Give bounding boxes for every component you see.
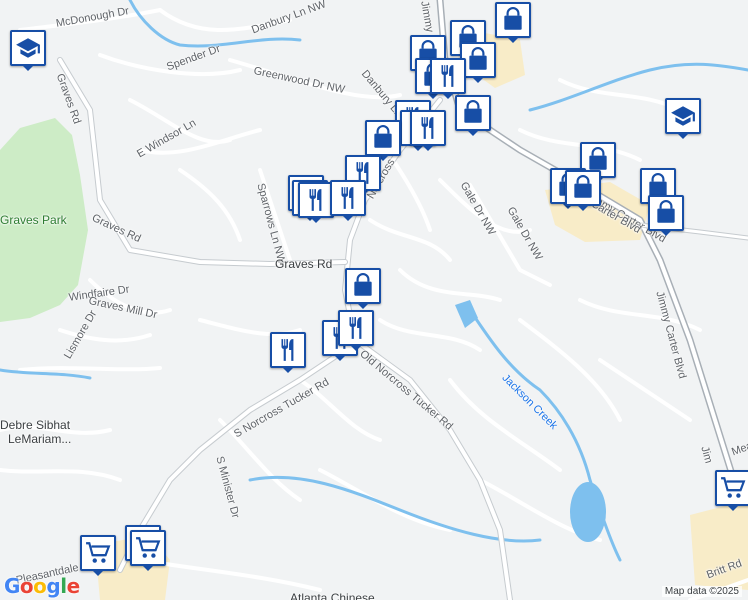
shopping-cart-icon bbox=[85, 540, 111, 566]
restaurant-icon bbox=[343, 315, 369, 341]
map-pin[interactable] bbox=[495, 2, 531, 43]
map-pin[interactable] bbox=[365, 120, 401, 161]
map-pin[interactable] bbox=[665, 98, 701, 139]
restaurant-icon bbox=[303, 187, 329, 213]
map-pin[interactable] bbox=[648, 195, 684, 236]
restaurant-icon bbox=[435, 63, 461, 89]
map-pin[interactable] bbox=[410, 110, 446, 151]
road-label: Graves Rd bbox=[275, 257, 333, 271]
map-pin[interactable] bbox=[330, 180, 366, 221]
shopping-bag-icon bbox=[500, 7, 526, 33]
shopping-bag-icon bbox=[465, 47, 491, 73]
map-pin[interactable] bbox=[298, 182, 334, 223]
pond bbox=[570, 482, 606, 542]
map-pin[interactable] bbox=[270, 332, 306, 373]
shopping-bag-icon bbox=[653, 200, 679, 226]
graves-road bbox=[57, 57, 348, 267]
poi-label: LeMariam... bbox=[8, 432, 72, 446]
map-pin[interactable] bbox=[338, 310, 374, 351]
school-icon bbox=[670, 103, 696, 129]
school-icon bbox=[15, 35, 41, 61]
google-logo: Google bbox=[4, 574, 80, 598]
shopping-cart-icon bbox=[135, 535, 161, 561]
shopping-bag-icon bbox=[370, 125, 396, 151]
creek-line bbox=[528, 62, 748, 112]
creek-line bbox=[0, 368, 92, 380]
map-pin[interactable] bbox=[715, 470, 748, 511]
map-view[interactable]: McDonough Dr Danbury Ln NW Spender Dr Grave… bbox=[0, 0, 748, 600]
map-pin[interactable] bbox=[345, 268, 381, 309]
shopping-bag-icon bbox=[350, 273, 376, 299]
map-pin[interactable] bbox=[10, 30, 46, 71]
map-pin[interactable] bbox=[80, 535, 116, 576]
pond bbox=[455, 300, 478, 328]
map-pin[interactable] bbox=[455, 95, 491, 136]
park-label: Graves Park bbox=[0, 213, 67, 227]
restaurant-icon bbox=[275, 337, 301, 363]
map-pin[interactable] bbox=[565, 170, 601, 211]
map-pin[interactable] bbox=[130, 530, 166, 571]
map-pin[interactable] bbox=[430, 58, 466, 99]
restaurant-icon bbox=[335, 185, 361, 211]
shopping-cart-icon bbox=[720, 475, 746, 501]
map-attribution[interactable]: Map data ©2025 bbox=[661, 586, 742, 597]
shopping-bag-icon bbox=[570, 175, 596, 201]
poi-label: Debre Sibhat bbox=[0, 418, 71, 432]
shopping-bag-icon bbox=[460, 100, 486, 126]
restaurant-icon bbox=[415, 115, 441, 141]
poi-label: Atlanta Chinese bbox=[290, 591, 375, 600]
